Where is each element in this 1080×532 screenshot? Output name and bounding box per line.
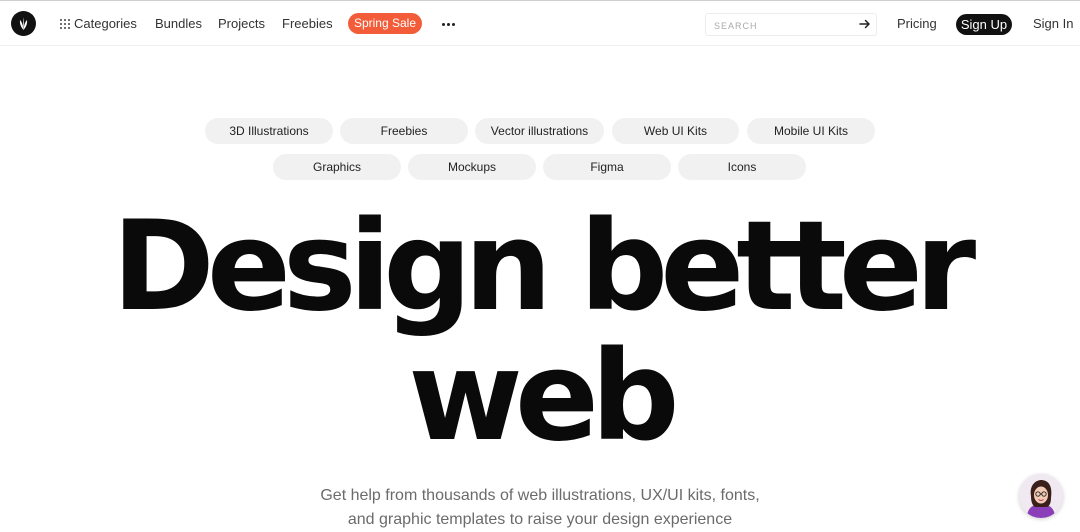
sign-in-link[interactable]: Sign In bbox=[1033, 16, 1073, 32]
chip-freebies[interactable]: Freebies bbox=[340, 118, 468, 144]
support-chat-avatar[interactable] bbox=[1019, 474, 1063, 518]
hero-subtitle-line-1: Get help from thousands of web illustrat… bbox=[320, 487, 760, 504]
sign-up-button[interactable]: Sign Up bbox=[956, 14, 1012, 35]
chip-mockups[interactable]: Mockups bbox=[408, 154, 536, 180]
hero-subtitle: Get help from thousands of web illustrat… bbox=[0, 484, 1080, 532]
nav-projects[interactable]: Projects bbox=[218, 16, 265, 32]
chip-figma[interactable]: Figma bbox=[543, 154, 671, 180]
chip-vector-illustrations[interactable]: Vector illustrations bbox=[475, 118, 604, 144]
hero-subtitle-line-2: and graphic templates to raise your desi… bbox=[347, 511, 733, 528]
arrow-right-icon[interactable] bbox=[859, 18, 871, 30]
nav-categories[interactable]: Categories bbox=[74, 16, 137, 32]
more-menu-icon[interactable] bbox=[441, 15, 457, 31]
chip-3d-illustrations[interactable]: 3D Illustrations bbox=[205, 118, 333, 144]
hero-title-line-1: Design better bbox=[111, 195, 976, 339]
user-avatar-icon bbox=[1019, 474, 1063, 518]
hero-title-line-2: web bbox=[408, 325, 679, 469]
spring-sale-button[interactable]: Spring Sale bbox=[348, 13, 422, 34]
search-input[interactable] bbox=[712, 16, 856, 35]
nav-pricing[interactable]: Pricing bbox=[897, 16, 937, 32]
search-box[interactable] bbox=[705, 13, 877, 36]
chip-graphics[interactable]: Graphics bbox=[273, 154, 401, 180]
nav-bundles[interactable]: Bundles bbox=[155, 16, 202, 32]
grid-icon[interactable] bbox=[60, 19, 70, 29]
chip-icons[interactable]: Icons bbox=[678, 154, 806, 180]
chip-mobile-ui-kits[interactable]: Mobile UI Kits bbox=[747, 118, 875, 144]
nav-freebies[interactable]: Freebies bbox=[282, 16, 333, 32]
site-header: Categories Bundles Projects Freebies Spr… bbox=[0, 1, 1080, 46]
chip-web-ui-kits[interactable]: Web UI Kits bbox=[612, 118, 739, 144]
brand-logo-icon[interactable] bbox=[11, 11, 36, 36]
